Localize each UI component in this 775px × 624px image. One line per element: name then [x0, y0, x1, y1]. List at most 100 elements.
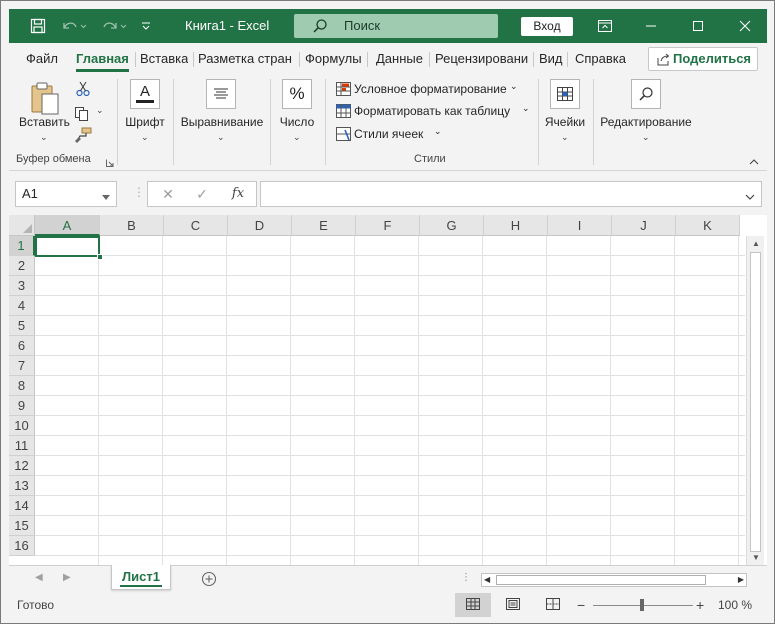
- paste-button[interactable]: Вставить: [19, 115, 70, 129]
- column-header-k[interactable]: K: [676, 215, 740, 236]
- number-button[interactable]: Число: [273, 115, 321, 129]
- row-header-4[interactable]: 4: [9, 296, 35, 316]
- row-header-15[interactable]: 15: [9, 516, 35, 536]
- dialog-launcher-icon[interactable]: [106, 156, 114, 170]
- cancel-edit-button[interactable]: ✕: [156, 182, 180, 206]
- scroll-right-icon[interactable]: ▶: [738, 574, 744, 586]
- alignment-icon[interactable]: [206, 79, 236, 109]
- page-layout-view-button[interactable]: [495, 593, 531, 617]
- row-header-8[interactable]: 8: [9, 376, 35, 396]
- add-sheet-icon[interactable]: [201, 571, 217, 590]
- tab-split-grip-icon[interactable]: ⋮: [461, 572, 471, 583]
- undo-icon[interactable]: [59, 9, 89, 43]
- zoom-out-button[interactable]: −: [577, 593, 585, 617]
- column-header-d[interactable]: D: [228, 215, 292, 236]
- tab-review[interactable]: Рецензировани: [435, 43, 529, 75]
- formula-bar-grip-icon[interactable]: ⋮: [133, 185, 145, 199]
- cells-button[interactable]: Ячейки: [541, 115, 589, 129]
- column-header-e[interactable]: E: [292, 215, 356, 236]
- maximize-icon[interactable]: [686, 9, 710, 43]
- row-header-1[interactable]: 1: [9, 236, 35, 256]
- cut-icon[interactable]: [76, 81, 90, 100]
- ribbon-display-icon[interactable]: [593, 9, 617, 43]
- close-icon[interactable]: [733, 9, 757, 43]
- search-box[interactable]: Поиск: [294, 14, 498, 38]
- row-header-9[interactable]: 9: [9, 396, 35, 416]
- insert-function-button[interactable]: fx: [226, 182, 250, 206]
- column-header-h[interactable]: H: [484, 215, 548, 236]
- tab-home[interactable]: Главная: [76, 43, 129, 75]
- customize-qat-icon[interactable]: [139, 9, 153, 43]
- vertical-scrollbar[interactable]: ▲ ▼: [746, 236, 764, 565]
- number-chevron-icon[interactable]: ⌄: [293, 132, 301, 143]
- paste-icon[interactable]: [29, 81, 61, 117]
- cells-chevron-icon[interactable]: ⌄: [561, 132, 569, 143]
- cells-area[interactable]: [35, 236, 745, 565]
- tab-file[interactable]: Файл: [26, 43, 58, 75]
- row-header-14[interactable]: 14: [9, 496, 35, 516]
- zoom-level[interactable]: 100 %: [718, 593, 752, 617]
- row-header-3[interactable]: 3: [9, 276, 35, 296]
- sheet-tab-list1[interactable]: Лист1: [111, 565, 171, 590]
- next-sheet-icon[interactable]: ▶: [63, 572, 71, 583]
- scroll-left-icon[interactable]: ◀: [484, 574, 490, 586]
- font-button[interactable]: Шрифт: [121, 115, 169, 129]
- name-box-dropdown-icon[interactable]: [102, 190, 110, 204]
- tab-view[interactable]: Вид: [539, 43, 563, 75]
- tab-help[interactable]: Справка: [575, 43, 626, 75]
- column-header-g[interactable]: G: [420, 215, 484, 236]
- row-header-10[interactable]: 10: [9, 416, 35, 436]
- editing-chevron-icon[interactable]: ⌄: [642, 132, 650, 143]
- cells-icon[interactable]: [550, 79, 580, 109]
- column-header-i[interactable]: I: [548, 215, 612, 236]
- redo-icon[interactable]: [99, 9, 129, 43]
- column-header-c[interactable]: C: [164, 215, 228, 236]
- copy-chevron-icon[interactable]: ⌄: [96, 105, 104, 116]
- row-header-11[interactable]: 11: [9, 436, 35, 456]
- signin-button[interactable]: Вход: [521, 17, 573, 36]
- page-break-view-button[interactable]: [535, 593, 571, 617]
- row-header-5[interactable]: 5: [9, 316, 35, 336]
- tab-formulas[interactable]: Формулы: [305, 43, 362, 75]
- minimize-icon[interactable]: [639, 9, 663, 43]
- share-button[interactable]: Поделиться: [648, 47, 758, 71]
- confirm-edit-button[interactable]: ✓: [190, 182, 214, 206]
- active-cell[interactable]: [35, 236, 100, 257]
- tab-insert[interactable]: Вставка: [140, 43, 188, 75]
- horizontal-scroll-thumb[interactable]: [496, 575, 706, 585]
- tab-page-layout[interactable]: Разметка страни: [198, 43, 292, 75]
- column-header-j[interactable]: J: [612, 215, 676, 236]
- row-header-12[interactable]: 12: [9, 456, 35, 476]
- row-header-2[interactable]: 2: [9, 256, 35, 276]
- normal-view-button[interactable]: [455, 593, 491, 617]
- vertical-scroll-thumb[interactable]: [750, 252, 761, 552]
- tab-data[interactable]: Данные: [376, 43, 423, 75]
- scroll-up-icon[interactable]: ▲: [752, 239, 760, 248]
- paste-chevron-icon[interactable]: ⌄: [40, 132, 48, 143]
- zoom-slider-thumb[interactable]: [640, 599, 644, 611]
- scroll-down-icon[interactable]: ▼: [752, 553, 760, 562]
- alignment-chevron-icon[interactable]: ⌄: [217, 132, 225, 143]
- fill-handle[interactable]: [97, 254, 103, 260]
- editing-icon[interactable]: [631, 79, 661, 109]
- number-icon[interactable]: %: [282, 79, 312, 109]
- format-painter-icon[interactable]: [74, 127, 92, 146]
- row-header-6[interactable]: 6: [9, 336, 35, 356]
- horizontal-scrollbar[interactable]: ◀ ▶: [481, 573, 747, 587]
- column-header-b[interactable]: B: [100, 215, 164, 236]
- select-all-button[interactable]: [9, 215, 35, 236]
- prev-sheet-icon[interactable]: ◀: [35, 572, 43, 583]
- editing-button[interactable]: Редактирование: [599, 115, 693, 129]
- save-icon[interactable]: [27, 9, 49, 43]
- column-header-f[interactable]: F: [356, 215, 420, 236]
- column-header-a[interactable]: A: [35, 215, 100, 236]
- font-icon[interactable]: A: [130, 79, 160, 109]
- row-header-16[interactable]: 16: [9, 536, 35, 556]
- name-box[interactable]: A1: [15, 181, 117, 207]
- formula-input[interactable]: [260, 181, 762, 207]
- zoom-in-button[interactable]: +: [696, 593, 704, 617]
- row-header-7[interactable]: 7: [9, 356, 35, 376]
- font-chevron-icon[interactable]: ⌄: [141, 132, 149, 143]
- collapse-ribbon-icon[interactable]: [749, 155, 759, 169]
- row-header-13[interactable]: 13: [9, 476, 35, 496]
